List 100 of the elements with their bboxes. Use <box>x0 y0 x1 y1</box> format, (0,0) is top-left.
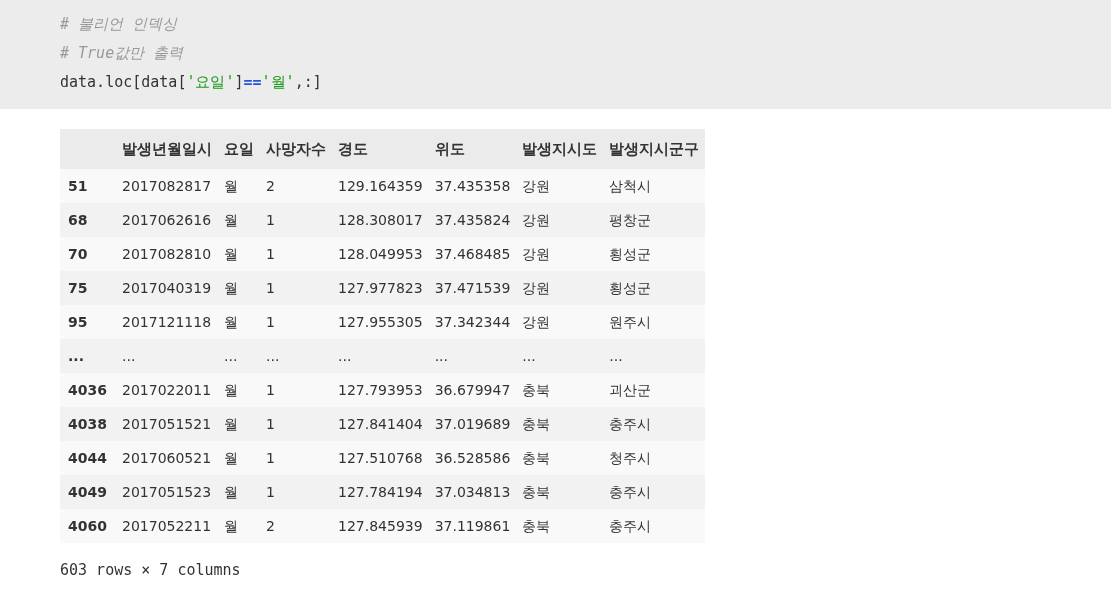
table-cell: 1 <box>260 271 332 305</box>
table-cell: 127.977823 <box>332 271 429 305</box>
table-cell: ... <box>260 339 332 373</box>
table-cell: 평창군 <box>603 203 706 237</box>
table-cell: 37.435358 <box>428 169 517 203</box>
table-cell: 월 <box>218 305 260 339</box>
row-index: ... <box>60 339 116 373</box>
table-cell: 충주시 <box>603 407 706 441</box>
code-text: ] <box>234 73 244 91</box>
code-text: data.loc[data[ <box>60 73 187 91</box>
table-cell: 원주시 <box>603 305 706 339</box>
table-cell: 37.034813 <box>428 475 517 509</box>
table-cell: 1 <box>260 407 332 441</box>
table-cell: 1 <box>260 373 332 407</box>
row-index: 4049 <box>60 475 116 509</box>
table-cell: 횡성군 <box>603 237 706 271</box>
table-cell: 1 <box>260 203 332 237</box>
table-cell: 2017051521 <box>116 407 218 441</box>
table-cell: ... <box>428 339 517 373</box>
table-cell: 2017060521 <box>116 441 218 475</box>
table-cell: 강원 <box>516 237 604 271</box>
table-cell: 횡성군 <box>603 271 706 305</box>
table-cell: 월 <box>218 271 260 305</box>
code-comment: # True값만 출력 <box>60 44 184 62</box>
row-index: 4044 <box>60 441 116 475</box>
table-cell: 2017051523 <box>116 475 218 509</box>
table-cell: 충북 <box>516 509 604 543</box>
table-cell: 월 <box>218 373 260 407</box>
column-header: 발생지시군구 <box>603 129 706 169</box>
table-cell: 128.308017 <box>332 203 429 237</box>
code-text: ,:] <box>294 73 322 91</box>
table-cell: ... <box>516 339 604 373</box>
code-string: '요일' <box>186 73 235 91</box>
table-cell: ... <box>218 339 260 373</box>
table-cell: 2017022011 <box>116 373 218 407</box>
row-index: 4038 <box>60 407 116 441</box>
table-cell: 2017082817 <box>116 169 218 203</box>
table-cell: 2017082810 <box>116 237 218 271</box>
column-header: 요일 <box>218 129 260 169</box>
table-cell: 37.468485 <box>428 237 517 271</box>
row-index: 68 <box>60 203 116 237</box>
column-header: 발생년월일시 <box>116 129 218 169</box>
table-cell: 괴산군 <box>603 373 706 407</box>
table-cell: 청주시 <box>603 441 706 475</box>
table-cell: 128.049953 <box>332 237 429 271</box>
table-cell: 127.841404 <box>332 407 429 441</box>
table-cell: 2017040319 <box>116 271 218 305</box>
table-cell: 삼척시 <box>603 169 706 203</box>
table-cell: 37.435824 <box>428 203 517 237</box>
table-cell: 2017121118 <box>116 305 218 339</box>
table-cell: 충주시 <box>603 475 706 509</box>
table-cell: 강원 <box>516 271 604 305</box>
row-count-text: 603 rows × 7 columns <box>60 560 242 581</box>
table-cell: 129.164359 <box>332 169 429 203</box>
table-cell: 37.119861 <box>428 509 517 543</box>
table-cell: 127.784194 <box>332 475 429 509</box>
table-cell: 1 <box>260 305 332 339</box>
table-cell: ... <box>603 339 706 373</box>
table-cell: 강원 <box>516 169 604 203</box>
table-cell: 강원 <box>516 203 604 237</box>
row-index: 51 <box>60 169 116 203</box>
row-index: 4036 <box>60 373 116 407</box>
table-cell: 충주시 <box>603 509 706 543</box>
table-cell: 2017062616 <box>116 203 218 237</box>
table-cell: 127.793953 <box>332 373 429 407</box>
table-cell: 월 <box>218 509 260 543</box>
table-cell: 월 <box>218 441 260 475</box>
code-operator: == <box>243 73 262 91</box>
table-cell: 충북 <box>516 475 604 509</box>
table-cell: 36.679947 <box>428 373 517 407</box>
table-cell: 월 <box>218 407 260 441</box>
table-cell: 1 <box>260 237 332 271</box>
table-cell: 월 <box>218 237 260 271</box>
table-cell: 37.342344 <box>428 305 517 339</box>
table-cell: 2 <box>260 509 332 543</box>
code-string: '월' <box>261 73 295 91</box>
table-cell: 2017052211 <box>116 509 218 543</box>
table-cell: 36.528586 <box>428 441 517 475</box>
table-cell: 충북 <box>516 441 604 475</box>
table-cell: 127.510768 <box>332 441 429 475</box>
column-header: 경도 <box>332 129 429 169</box>
row-index: 95 <box>60 305 116 339</box>
table-cell: 월 <box>218 475 260 509</box>
table-cell: 충북 <box>516 407 604 441</box>
table-cell: 127.955305 <box>332 305 429 339</box>
table-cell: 37.471539 <box>428 271 517 305</box>
table-cell: ... <box>332 339 429 373</box>
column-header: 위도 <box>428 129 517 169</box>
row-index: 70 <box>60 237 116 271</box>
table-cell: 37.019689 <box>428 407 517 441</box>
row-index: 75 <box>60 271 116 305</box>
code-comment: # 불리언 인덱싱 <box>60 15 178 33</box>
table-cell: 2 <box>260 169 332 203</box>
column-header: 사망자수 <box>260 129 332 169</box>
table-cell: 127.845939 <box>332 509 429 543</box>
table-cell: 강원 <box>516 305 604 339</box>
table-cell: 1 <box>260 475 332 509</box>
table-cell: 1 <box>260 441 332 475</box>
row-index: 4060 <box>60 509 116 543</box>
table-cell: ... <box>116 339 218 373</box>
